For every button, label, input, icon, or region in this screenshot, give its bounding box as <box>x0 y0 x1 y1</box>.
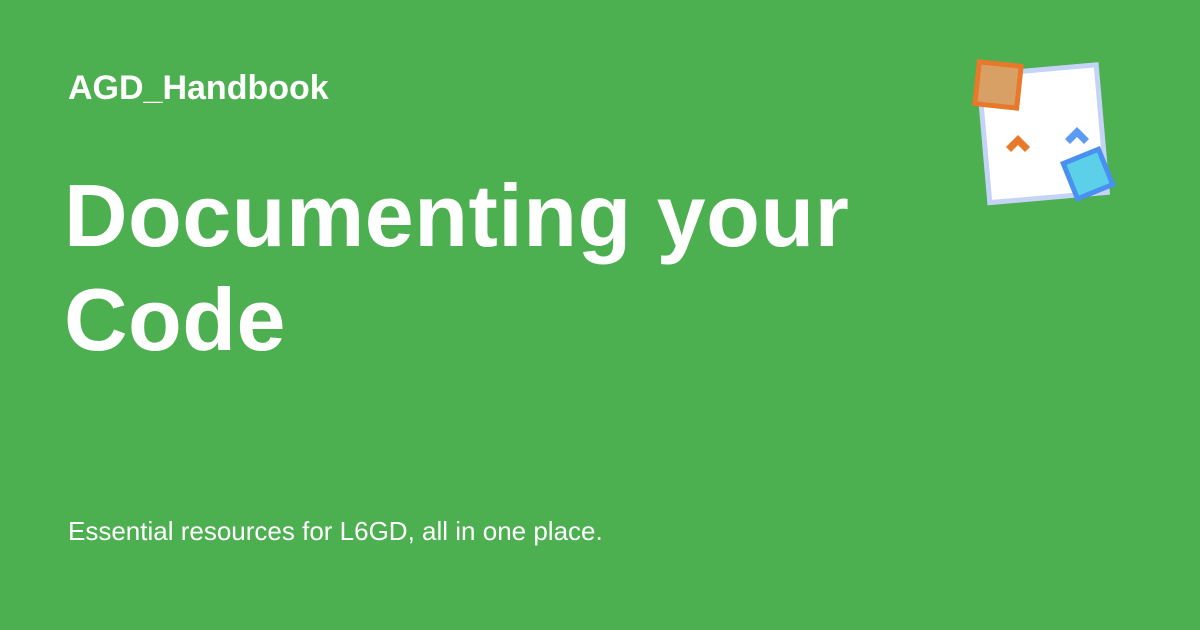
tagline: Essential resources for L6GD, all in one… <box>68 516 603 546</box>
page-title: Documenting your Code <box>64 166 850 369</box>
logo-orange-square <box>972 59 1024 111</box>
docs-logo-icon <box>972 59 1116 206</box>
social-card: AGD_Handbook Documenting your Code Essen… <box>0 0 1200 630</box>
site-name: AGD_Handbook <box>68 69 329 107</box>
